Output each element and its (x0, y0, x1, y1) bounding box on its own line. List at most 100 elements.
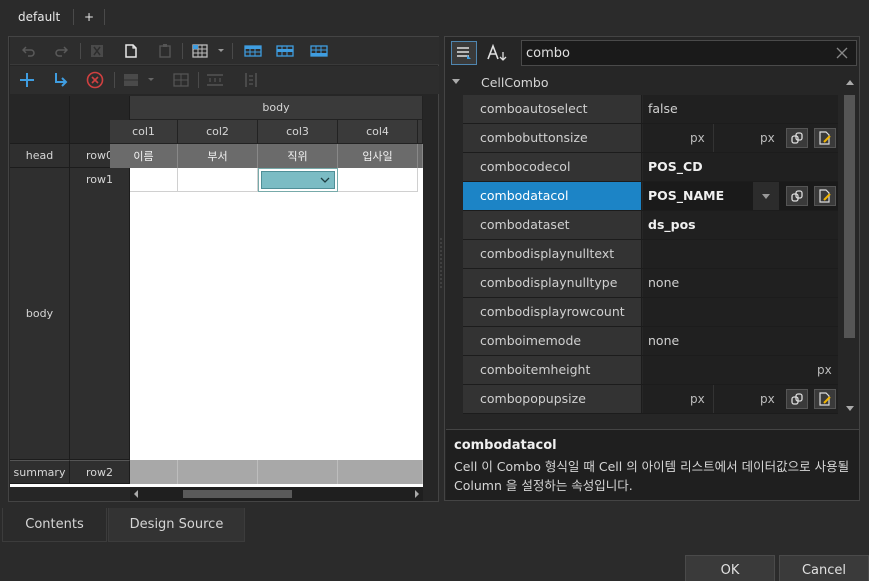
paste-icon[interactable] (156, 42, 174, 60)
tab-design-source[interactable]: Design Source (108, 508, 245, 542)
property-name: combocodecol (463, 153, 642, 181)
toolbar-divider (198, 72, 199, 88)
body-cell-col4[interactable] (338, 168, 418, 192)
property-name: combodatacol (463, 182, 642, 210)
tab-contents[interactable]: Contents (2, 508, 107, 542)
cut-icon[interactable] (88, 42, 106, 60)
edit-icon[interactable] (814, 186, 836, 206)
row-label-row2: row2 (70, 460, 130, 484)
property-value[interactable]: POS_CD (643, 153, 838, 181)
clear-search-icon[interactable] (836, 47, 848, 59)
toolbar-divider (182, 43, 183, 59)
alphabetical-sort-icon[interactable] (485, 43, 509, 63)
property-row-combodisplaynulltype[interactable]: combodisplaynulltype none (463, 269, 838, 298)
body-cell-col2[interactable] (178, 168, 258, 192)
unit-label: px (760, 392, 775, 406)
head-cell-dept[interactable]: 부서 (178, 144, 258, 168)
property-name: combobuttonsize (463, 124, 642, 152)
insert-row-icon[interactable] (52, 71, 70, 89)
link-icon[interactable] (786, 128, 808, 148)
property-name: combodisplaynulltype (463, 269, 642, 297)
property-description: combodatacol Cell 이 Combo 형식일 때 Cell 의 아… (446, 429, 859, 500)
head-cell-name[interactable]: 이름 (110, 144, 178, 168)
insert-head-icon[interactable] (244, 42, 262, 60)
insert-summary-icon[interactable] (310, 42, 328, 60)
band-header-body: body (130, 96, 423, 120)
link-icon[interactable] (786, 389, 808, 409)
property-search-box[interactable] (521, 40, 857, 66)
ok-button[interactable]: OK (685, 555, 775, 581)
chevron-down-icon[interactable] (216, 42, 226, 60)
summary-cell-col1[interactable] (130, 460, 178, 484)
property-value[interactable]: POS_NAME (643, 182, 838, 210)
property-value[interactable] (643, 298, 838, 326)
property-row-comboitemheight[interactable]: comboitemheight px (463, 356, 838, 385)
head-cell-hiredate[interactable]: 입사일 (338, 144, 418, 168)
property-value[interactable]: false (643, 95, 838, 123)
property-row-combodataset[interactable]: combodataset ds_pos (463, 211, 838, 240)
redo-icon[interactable] (52, 42, 70, 60)
tab-default[interactable]: default (18, 7, 60, 27)
property-value[interactable]: px px (643, 124, 838, 152)
property-row-comboautoselect[interactable]: comboautoselect false (463, 95, 838, 124)
head-cell-extra (418, 144, 423, 168)
band-label-body: body (10, 168, 70, 460)
unit-label: px (690, 131, 705, 145)
add-icon[interactable] (18, 71, 36, 89)
column-header-col4[interactable]: col4 (338, 120, 418, 144)
delete-icon[interactable] (86, 71, 104, 89)
property-value[interactable]: px px (643, 385, 838, 413)
copy-icon[interactable] (122, 42, 140, 60)
property-row-comboimemode[interactable]: comboimemode none (463, 327, 838, 356)
toolbar-divider (232, 43, 233, 59)
scroll-right-icon (415, 490, 419, 498)
property-row-combobuttonsize[interactable]: combobuttonsize px px (463, 124, 838, 153)
column-header-col1[interactable]: col1 (110, 120, 178, 144)
property-row-combodisplaynulltext[interactable]: combodisplaynulltext (463, 240, 838, 269)
summary-cell-col2[interactable] (178, 460, 258, 484)
add-tab-button[interactable]: + (84, 7, 94, 27)
property-row-combodatacol[interactable]: combodatacol POS_NAME (463, 182, 838, 211)
property-value[interactable]: none (643, 327, 838, 355)
property-search-input[interactable] (522, 45, 822, 61)
summary-cell-col4[interactable] (338, 460, 423, 484)
body-cell-col3[interactable] (258, 168, 338, 192)
scrollbar-thumb[interactable] (183, 490, 292, 498)
scrollbar-thumb[interactable] (844, 95, 855, 338)
edit-icon[interactable] (814, 389, 836, 409)
property-value[interactable]: ds_pos (643, 211, 838, 239)
chevron-down-icon (320, 177, 330, 183)
column-width-icon[interactable] (242, 71, 260, 89)
row-height-icon[interactable] (206, 71, 224, 89)
category-view-icon[interactable] (451, 41, 477, 65)
property-row-combodisplayrowcount[interactable]: combodisplayrowcount (463, 298, 838, 327)
property-value[interactable]: none (643, 269, 838, 297)
split-cell-icon[interactable] (172, 71, 190, 89)
head-cell-position[interactable]: 직위 (258, 144, 338, 168)
grid-design-area[interactable]: body col1 col2 col3 col4 head row0 이름 부서… (10, 96, 423, 487)
property-row-combopopupsize[interactable]: combopopupsize px px (463, 385, 838, 414)
property-value[interactable] (643, 240, 838, 268)
link-icon[interactable] (786, 186, 808, 206)
undo-icon[interactable] (20, 42, 38, 60)
horizontal-scrollbar[interactable] (130, 487, 423, 501)
column-header-col2[interactable]: col2 (178, 120, 258, 144)
insert-body-icon[interactable] (276, 42, 294, 60)
vertical-scrollbar[interactable] (842, 71, 858, 420)
edit-icon[interactable] (814, 128, 836, 148)
grid-format-icon[interactable] (192, 42, 210, 60)
property-row-combocodecol[interactable]: combocodecol POS_CD (463, 153, 838, 182)
chevron-down-icon[interactable] (146, 71, 156, 89)
cancel-button[interactable]: Cancel (779, 555, 869, 581)
property-name: comboautoselect (463, 95, 642, 123)
property-value-text[interactable]: POS_NAME (648, 188, 724, 203)
merge-cell-icon[interactable] (122, 71, 140, 89)
body-cell-col1[interactable] (130, 168, 178, 192)
summary-cell-col3[interactable] (258, 460, 338, 484)
property-value[interactable]: px (643, 356, 838, 384)
dropdown-button[interactable] (753, 182, 779, 210)
property-category[interactable]: CellCombo (445, 71, 842, 95)
column-header-col3[interactable]: col3 (258, 120, 338, 144)
combo-cell[interactable] (261, 171, 335, 189)
tab-divider (73, 9, 74, 25)
